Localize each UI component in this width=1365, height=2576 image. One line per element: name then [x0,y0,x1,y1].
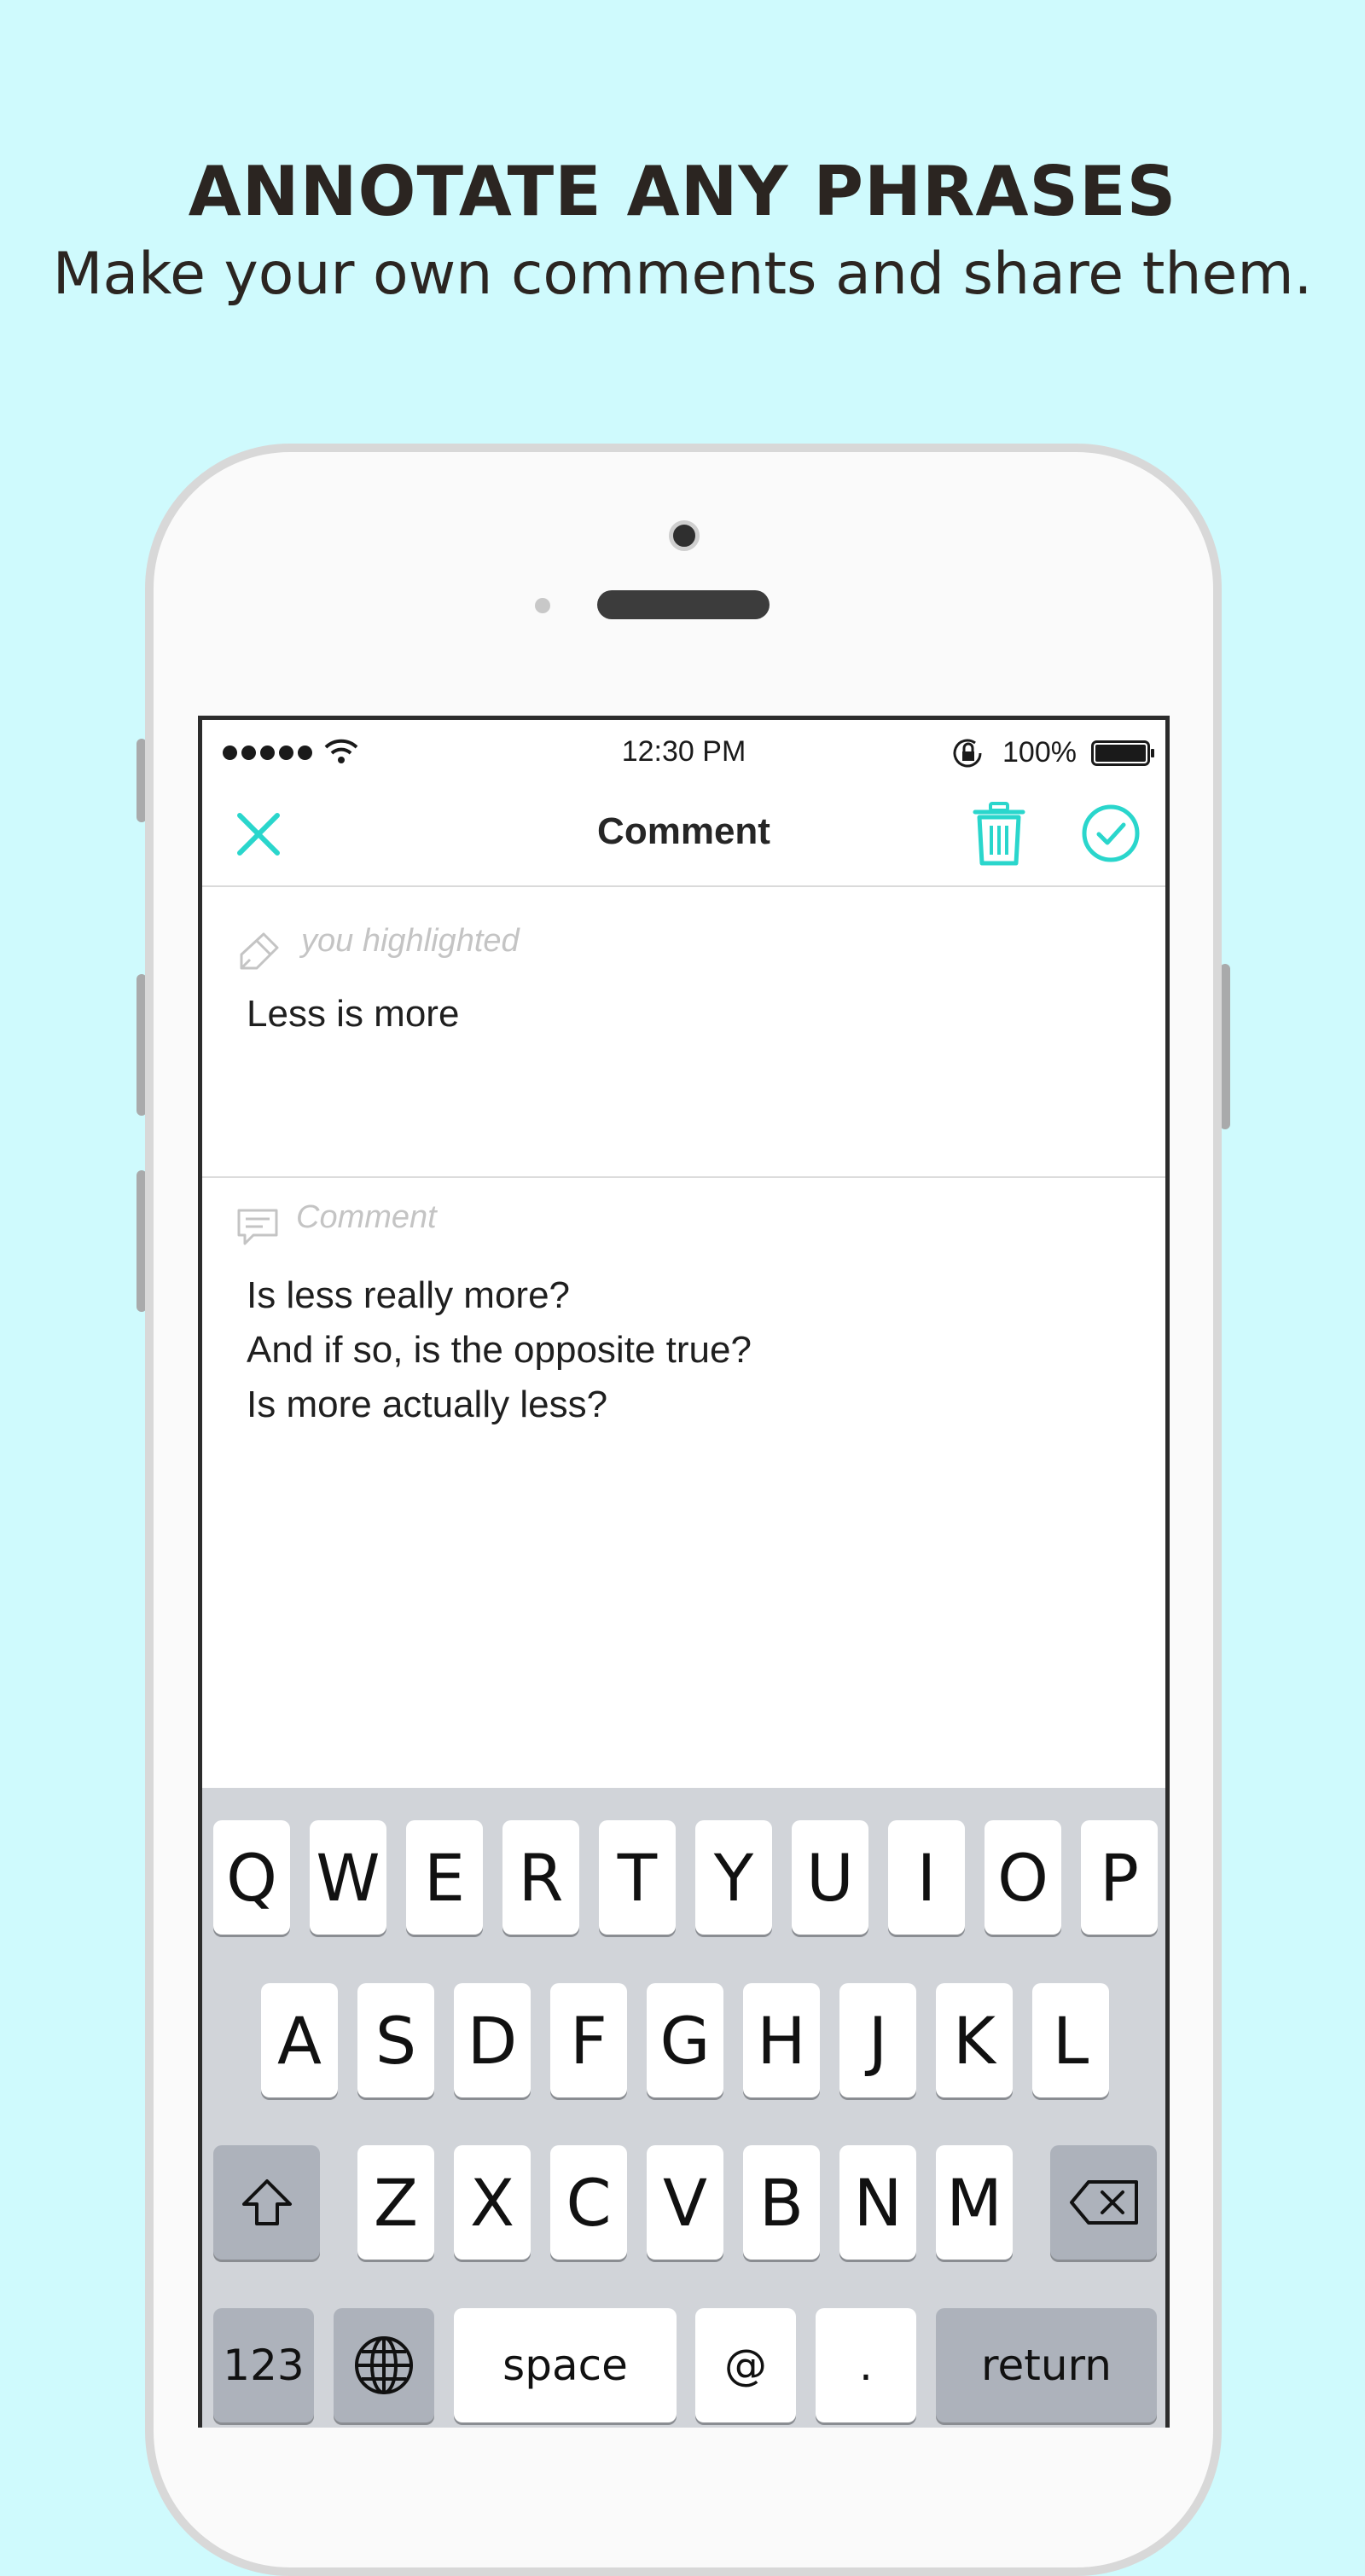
key-k[interactable]: K [936,1983,1013,2097]
comment-textarea[interactable]: Is less really more? And if so, is the o… [247,1268,752,1432]
key-d[interactable]: D [454,1983,531,2097]
key-t[interactable]: T [599,1820,676,1935]
key-l[interactable]: L [1032,1983,1109,2097]
comment-line: Is less really more? [247,1274,571,1316]
backspace-icon [1069,2180,1138,2225]
comment-line: Is more actually less? [247,1384,608,1425]
key-z[interactable]: Z [357,2145,434,2260]
key-v[interactable]: V [647,2145,723,2260]
highlighter-pen-icon [240,932,279,970]
key-i[interactable]: I [888,1820,965,1935]
period-key[interactable]: . [816,2308,916,2422]
front-camera [669,520,700,551]
globe-key[interactable] [334,2308,434,2422]
earpiece-speaker [597,590,770,619]
comment-line: And if so, is the opposite true? [247,1329,752,1371]
key-j[interactable]: J [839,1983,916,2097]
battery-percent: 100% [1002,736,1077,769]
key-u[interactable]: U [792,1820,868,1935]
subheadline: Make your own comments and share them. [52,241,1313,308]
comment-label: Comment [296,1199,437,1235]
battery-icon [1091,740,1154,766]
section-divider [202,1176,1165,1178]
key-b[interactable]: B [743,2145,820,2260]
key-q[interactable]: Q [213,1820,290,1935]
key-a[interactable]: A [261,1983,338,2097]
key-p[interactable]: P [1081,1820,1158,1935]
at-key[interactable]: @ [695,2308,796,2422]
return-key[interactable]: return [936,2308,1157,2422]
status-bar: 12:30 PM 100% [202,720,1165,780]
globe-icon [355,2336,413,2394]
keyboard: Q W E R T Y U I O P A S D F G H J K L Z … [202,1788,1165,2428]
key-f[interactable]: F [550,1983,627,2097]
headline: ANNOTATE ANY PHRASES [188,152,1177,231]
trash-icon[interactable] [972,802,1026,867]
highlight-label: you highlighted [301,923,520,959]
phone-screen: 12:30 PM 100% Comment you highlighted Le… [198,716,1170,2428]
shift-key[interactable] [213,2145,320,2260]
key-o[interactable]: O [985,1820,1061,1935]
key-r[interactable]: R [502,1820,579,1935]
key-e[interactable]: E [406,1820,483,1935]
backspace-key[interactable] [1050,2145,1157,2260]
highlighted-text: Less is more [247,993,460,1035]
key-n[interactable]: N [839,2145,916,2260]
proximity-sensor [535,598,550,613]
key-g[interactable]: G [647,1983,723,2097]
key-m[interactable]: M [936,2145,1013,2260]
check-circle-icon[interactable] [1081,804,1141,863]
key-h[interactable]: H [743,1983,820,2097]
numbers-key[interactable]: 123 [213,2308,314,2422]
key-x[interactable]: X [454,2145,531,2260]
shift-arrow-icon [241,2179,292,2225]
key-y[interactable]: Y [695,1820,772,1935]
nav-bar: Comment [202,780,1165,887]
key-s[interactable]: S [357,1983,434,2097]
comment-bubble-icon [237,1209,278,1245]
space-key[interactable]: space [454,2308,677,2422]
orientation-lock-icon [953,739,982,768]
key-c[interactable]: C [550,2145,627,2260]
key-w[interactable]: W [310,1820,386,1935]
